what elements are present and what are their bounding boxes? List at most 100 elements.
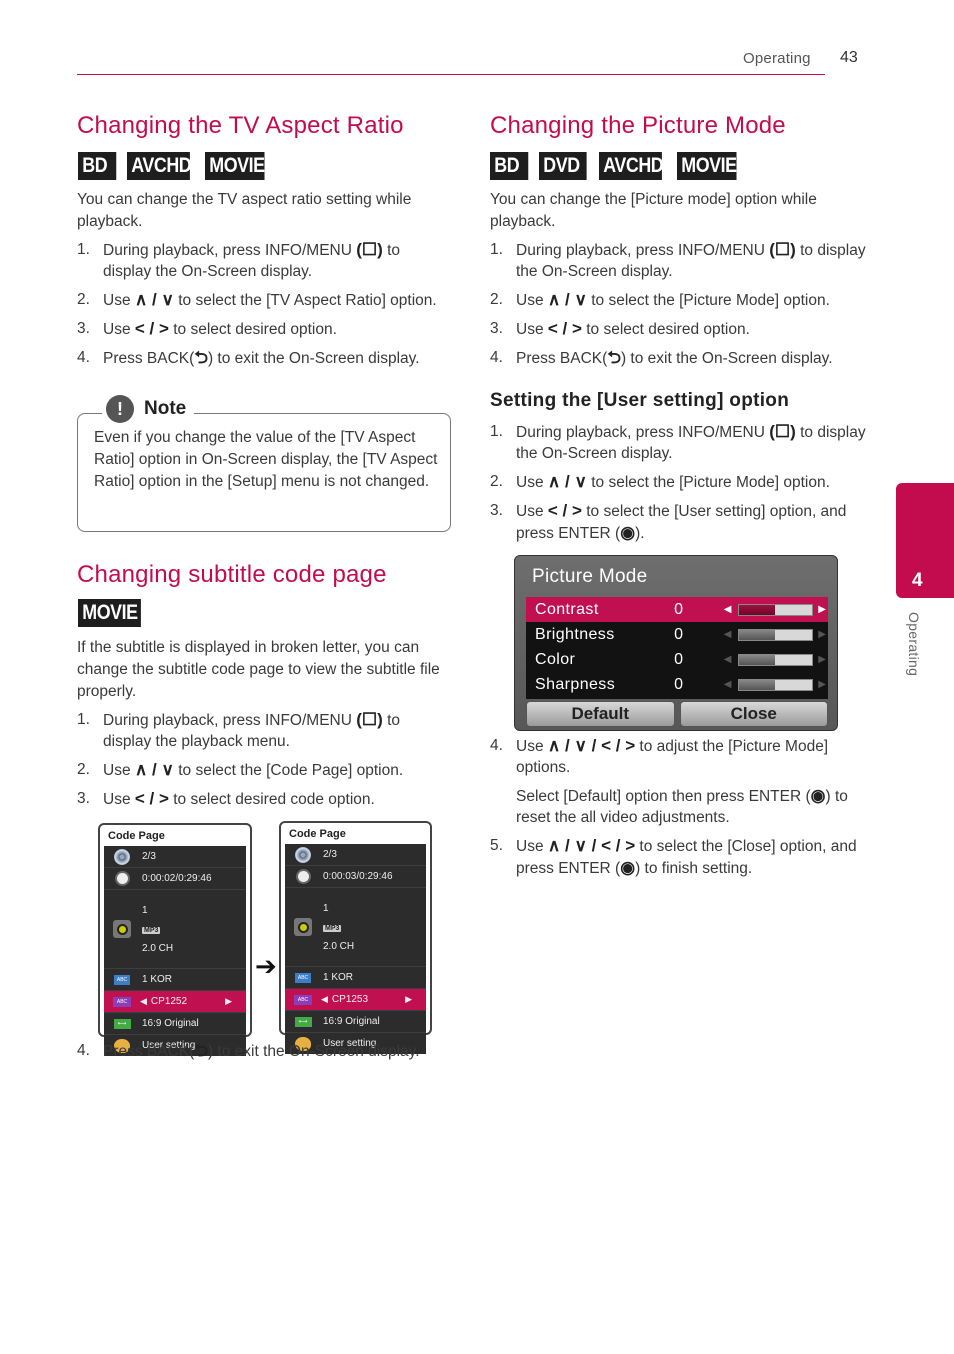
exclamation-icon: !	[106, 395, 134, 423]
subtitle-abc-icon: ABC	[295, 972, 311, 983]
picture-setting-row-contrast[interactable]: Contrast 0 ◀ ▶	[526, 597, 828, 622]
decrease-arrow-icon[interactable]: ◀	[722, 679, 734, 690]
disc-badges-subtitle: MOVIE	[78, 599, 152, 627]
badge-avchd: AVCHD	[127, 152, 192, 180]
step-note: Select [Default] option then press ENTER…	[516, 786, 848, 826]
arrow-right-icon: ➔	[255, 951, 277, 981]
arrow-right-icon[interactable]: ▶	[405, 994, 412, 1005]
row-title[interactable]: 2/3	[104, 846, 246, 868]
row-code-page-selected[interactable]: ABC ◀ CP1252 ▶	[104, 991, 246, 1013]
picture-setting-row-sharpness[interactable]: Sharpness 0 ◀ ▶	[526, 672, 828, 697]
step: 4. Use ∧ / ∨ / < / > to adjust the [Pictu…	[490, 736, 829, 776]
direction-arrows-icon: ∧ / ∨ / < / >	[547, 836, 636, 855]
running-header-section: Operating	[743, 50, 811, 67]
mp3-badge: MP3	[323, 924, 342, 932]
badge-bd: BD	[78, 152, 117, 180]
picture-settings-list: Contrast 0 ◀ ▶ Brightness 0 ◀ ▶ Color 0 ◀ ▶ Sharpnes…	[526, 597, 828, 699]
left-right-arrows-icon: < / >	[134, 789, 169, 808]
aspect-ratio-icon: ⟷	[113, 1018, 131, 1029]
steps-user-setting: 1. During playback, press INFO/MENU (☐) t…	[490, 421, 870, 551]
left-right-arrows-icon: < / >	[547, 501, 582, 520]
chapter-label: Operating	[897, 612, 927, 692]
arrow-left-icon[interactable]: ◀	[321, 994, 328, 1005]
decrease-arrow-icon[interactable]: ◀	[722, 604, 734, 615]
up-down-arrows-icon: ∧ / ∨	[134, 760, 174, 779]
row-subtitle[interactable]: ABC 1 KOR	[285, 967, 426, 989]
setting-value: 0	[674, 625, 684, 643]
intro-picture-mode: You can change the [Picture mode] option…	[490, 191, 817, 230]
code-page-panel-before: Code Page 2/3 0:00:02/0:29:46 1 MP3 2.0 CH…	[98, 823, 252, 1056]
setting-slider[interactable]	[737, 678, 813, 691]
arrow-left-icon[interactable]: ◀	[140, 996, 147, 1007]
setting-value: 0	[674, 650, 684, 668]
subtitle-abc-icon: ABC	[114, 974, 130, 985]
setting-slider[interactable]	[737, 653, 813, 666]
increase-arrow-icon[interactable]: ▶	[817, 679, 829, 690]
info-menu-icon: (☐)	[769, 240, 796, 259]
left-right-arrows-icon: < / >	[134, 319, 169, 338]
step: 4. Press BACK(⮌) to exit the On-Screen di…	[490, 348, 833, 367]
picture-mode-dialog: Picture Mode Contrast 0 ◀ ▶ Brightness 0 ◀ ▶ Col…	[514, 555, 838, 731]
row-time[interactable]: 0:00:03/0:29:46	[285, 866, 426, 888]
chapter-tab	[896, 483, 954, 598]
intro-tv-aspect: You can change the TV aspect ratio setti…	[77, 191, 412, 230]
increase-arrow-icon[interactable]: ▶	[817, 629, 829, 640]
film-reel-icon	[295, 846, 311, 863]
step: 2. Use ∧ / ∨ to select the [Picture Mode]…	[490, 290, 830, 309]
row-subtitle[interactable]: ABC 1 KOR	[104, 969, 246, 991]
step: 3. Use < / > to select the [User setting]…	[490, 501, 847, 542]
up-down-arrows-icon: ∧ / ∨	[134, 290, 174, 309]
increase-arrow-icon[interactable]: ▶	[817, 604, 829, 615]
chapter-label-text: Operating	[906, 612, 922, 677]
back-icon: ⮌	[194, 1041, 208, 1060]
slider-fill	[738, 679, 776, 690]
step: 3. Use < / > to select desired code optio…	[77, 789, 375, 808]
steps-subtitle: 1. During playback, press INFO/MENU (☐) t…	[77, 709, 452, 817]
picture-setting-row-color[interactable]: Color 0 ◀ ▶	[526, 647, 828, 672]
dialog-title: Picture Mode	[532, 566, 648, 587]
code-page-icon: ABC	[113, 996, 131, 1007]
step: 3. Use < / > to select desired option.	[77, 319, 337, 338]
setting-slider[interactable]	[737, 603, 813, 616]
row-title[interactable]: 2/3	[285, 844, 426, 866]
picture-setting-row-brightness[interactable]: Brightness 0 ◀ ▶	[526, 622, 828, 647]
panel-title: Code Page	[108, 830, 165, 842]
row-aspect[interactable]: ⟷ 16:9 Original	[285, 1011, 426, 1033]
decrease-arrow-icon[interactable]: ◀	[722, 654, 734, 665]
increase-arrow-icon[interactable]: ▶	[817, 654, 829, 665]
panel-title: Code Page	[289, 828, 346, 840]
step: 1. During playback, press INFO/MENU (☐) t…	[77, 710, 401, 750]
setting-label: Brightness	[535, 625, 615, 643]
decrease-arrow-icon[interactable]: ◀	[722, 629, 734, 640]
badge-movie: MOVIE	[677, 152, 737, 180]
default-button[interactable]: Default	[526, 701, 675, 727]
step: 2. Use ∧ / ∨ to select the [Picture Mode]…	[490, 472, 830, 491]
row-audio[interactable]: 1 MP3 2.0 CH	[285, 888, 426, 967]
speaker-icon	[294, 918, 312, 936]
note-label: Note	[144, 398, 187, 419]
row-aspect[interactable]: ⟷ 16:9 Original	[104, 1013, 246, 1035]
disc-badges-tv-aspect: BD AVCHD MOVIE	[78, 152, 275, 180]
section-title-tv-aspect: Changing the TV Aspect Ratio	[77, 112, 404, 139]
setting-label: Color	[535, 650, 576, 668]
section-title-picture-mode: Changing the Picture Mode	[490, 112, 786, 139]
setting-slider[interactable]	[737, 628, 813, 641]
arrow-right-icon[interactable]: ▶	[225, 996, 232, 1007]
film-reel-icon	[114, 848, 130, 865]
back-icon: ⮌	[607, 348, 621, 367]
steps-subtitle-end: 4. Press BACK(⮌) to exit the On-Screen di…	[77, 1040, 452, 1069]
setting-value: 0	[674, 675, 684, 693]
close-button[interactable]: Close	[679, 701, 828, 727]
subsection-title-user-setting: Setting the [User setting] option	[490, 390, 790, 411]
enter-icon: ◉	[810, 786, 826, 805]
badge-bd: BD	[490, 152, 529, 180]
steps-picture-mode: 1. During playback, press INFO/MENU (☐) t…	[490, 239, 870, 376]
row-audio[interactable]: 1 MP3 2.0 CH	[104, 890, 246, 969]
row-code-page-selected[interactable]: ABC ◀ CP1253 ▶	[285, 989, 426, 1011]
step: 2. Use ∧ / ∨ to select the [Code Page] op…	[77, 760, 404, 779]
badge-avchd: AVCHD	[599, 152, 664, 180]
left-right-arrows-icon: < / >	[547, 319, 582, 338]
row-time[interactable]: 0:00:02/0:29:46	[104, 868, 246, 890]
chapter-number: 4	[912, 570, 923, 591]
slider-fill	[738, 654, 776, 665]
